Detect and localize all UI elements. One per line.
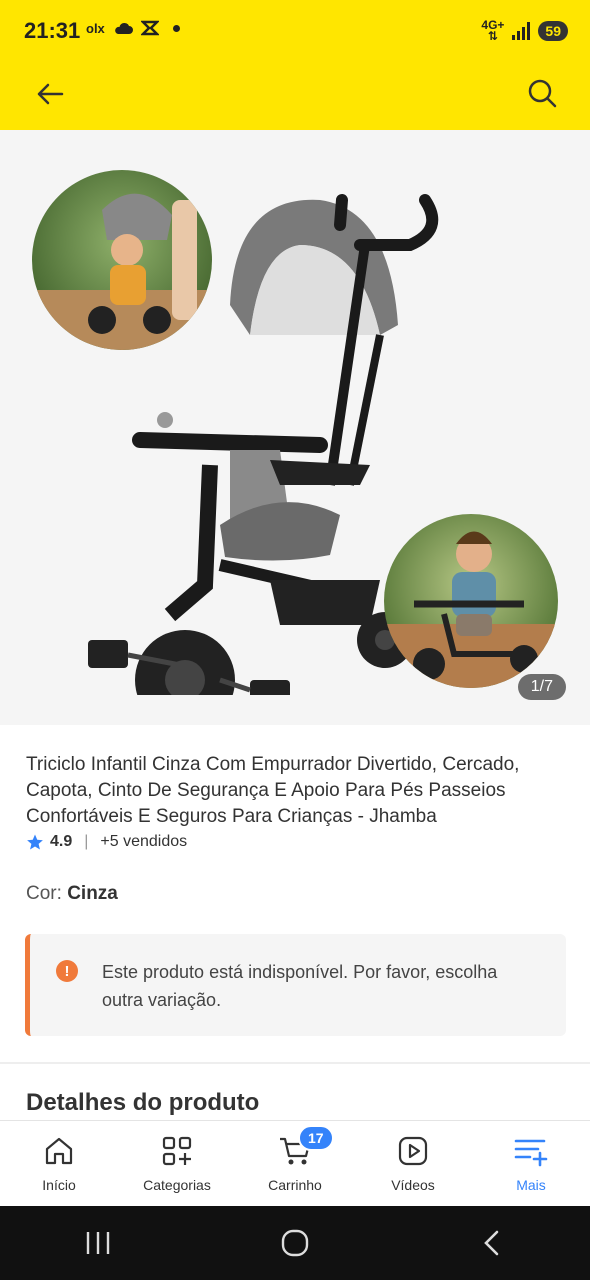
search-icon [528,79,557,108]
signal-icon [512,22,531,40]
bottom-navigation: Início Categorias 17 Carrinho Vídeos Mai… [0,1120,590,1206]
back-button[interactable] [32,76,68,112]
color-selection: Cor: Cinza [26,883,118,905]
network-type: 4G+ [481,18,505,32]
rating-separator: | [84,833,89,850]
nav-item-videos[interactable]: Vídeos [354,1121,472,1206]
categories-icon [162,1136,192,1166]
system-back-button[interactable] [462,1218,522,1268]
status-notification-icons: olx [86,20,180,36]
home-circle-icon [281,1229,309,1257]
nav-label-categorias: Categorias [143,1177,211,1193]
battery-icon: 59 [538,21,568,41]
warning-icon: ! [56,960,78,982]
section-divider [0,1062,590,1064]
notification-dot-icon [172,24,180,32]
search-button[interactable] [524,75,560,111]
recent-apps-button[interactable] [68,1218,128,1268]
nav-label-videos: Vídeos [391,1177,435,1193]
notice-text: Este produto está indisponível. Por favo… [102,962,498,1010]
color-label: Cor: [26,883,62,904]
network-indicator: 4G+ ⇅ [481,18,505,43]
nav-item-inicio[interactable]: Início [0,1121,118,1206]
status-bar: 21:31 olx 4G+ ⇅ 59 [0,0,590,62]
gallery-page-indicator: 1/7 [517,674,566,700]
sync-icon [140,20,159,36]
status-time: 21:31 [24,18,81,43]
home-system-button[interactable] [265,1218,325,1268]
product-image-gallery[interactable]: 1/7 [0,130,590,725]
nav-label-carrinho: Carrinho [268,1177,322,1193]
sold-count: +5 vendidos [100,833,188,850]
nav-label-inicio: Início [42,1177,76,1193]
nav-item-categorias[interactable]: Categorias [118,1121,236,1206]
cart-count-badge: 17 [298,1125,334,1151]
rating-value: 4.9 [50,833,73,850]
recent-apps-icon [87,1232,110,1254]
rating-row[interactable]: 4.9 | +5 vendidos [26,833,187,851]
nav-item-carrinho[interactable]: 17 Carrinho [236,1121,354,1206]
status-system-icons: 4G+ ⇅ 59 [481,18,568,43]
video-icon [398,1136,428,1166]
menu-plus-icon [514,1139,548,1167]
system-navigation-bar [0,1206,590,1280]
child-riding-photo [384,514,558,688]
nav-item-mais[interactable]: Mais [472,1121,590,1206]
olx-icon: olx [86,20,105,36]
arrow-left-icon [37,83,64,105]
home-icon [45,1137,73,1165]
star-icon [27,834,43,850]
app-header: 21:31 olx 4G+ ⇅ 59 [0,0,590,130]
nav-label-mais: Mais [516,1177,546,1193]
cloud-icon [114,22,133,34]
color-value: Cinza [67,883,118,904]
product-details-heading: Detalhes do produto [26,1089,260,1116]
chevron-left-icon [483,1230,498,1256]
unavailable-notice: ! Este produto está indisponível. Por fa… [25,934,566,1036]
product-title: Triciclo Infantil Cinza Com Empurrador D… [26,754,520,827]
